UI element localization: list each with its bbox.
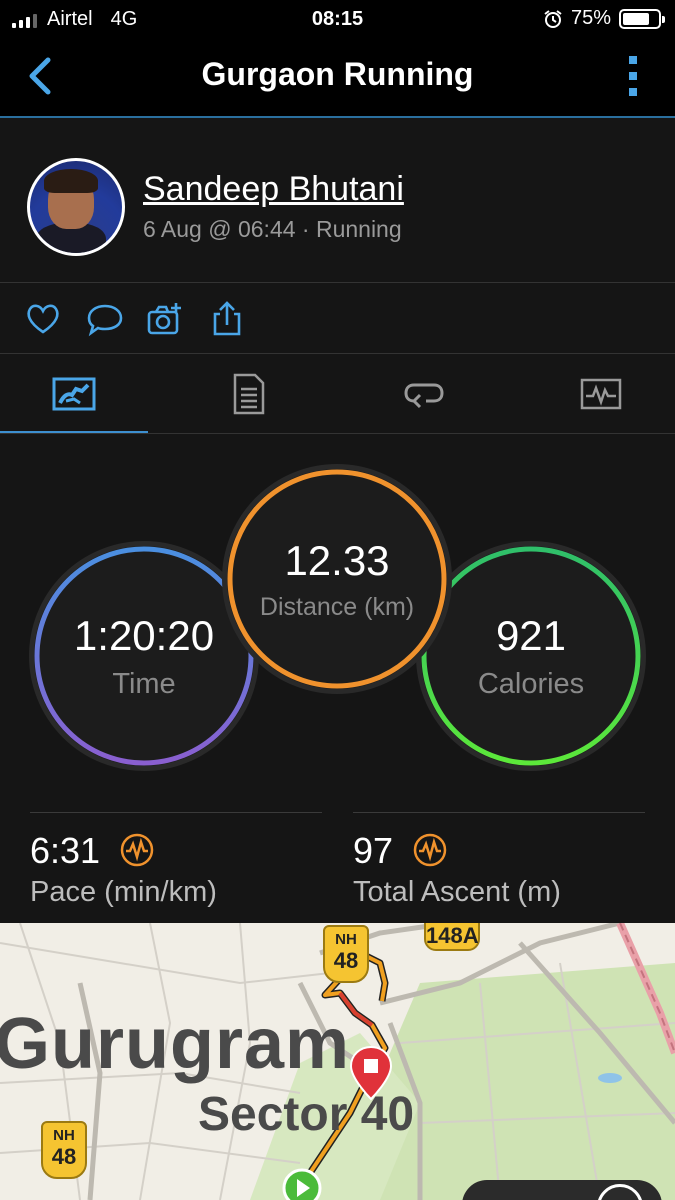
nav-bar: Gurgaon Running bbox=[0, 38, 675, 116]
time-value: 1:20:20 bbox=[73, 611, 215, 659]
tab-bar bbox=[0, 354, 675, 434]
shield-number: 48 bbox=[333, 948, 359, 973]
activity-meta: 6 Aug @ 06:44 · Running bbox=[143, 216, 402, 242]
battery-icon bbox=[619, 8, 665, 29]
avatar[interactable] bbox=[27, 158, 125, 256]
overview-tab-icon bbox=[52, 377, 96, 411]
summary-circles: 1:20:20 Time 921 Calories 12.33 Distance… bbox=[0, 434, 675, 784]
calories-label: Calories bbox=[477, 667, 585, 700]
add-photo-icon[interactable] bbox=[146, 301, 184, 337]
tab-overview[interactable] bbox=[0, 354, 148, 434]
share-icon[interactable] bbox=[208, 301, 246, 337]
map-controls[interactable] bbox=[462, 1180, 662, 1200]
pace-badge-icon bbox=[120, 833, 154, 867]
status-bar: Airtel 4G 08:15 75% bbox=[0, 0, 675, 38]
distance-circle: 12.33 Distance (km) bbox=[222, 464, 452, 694]
user-name-link[interactable]: Sandeep Bhutani bbox=[143, 170, 404, 209]
shield-top-text: NH bbox=[53, 1127, 75, 1144]
pace-label: Pace (min/km) bbox=[30, 876, 217, 908]
pace-value: 6:31 bbox=[30, 830, 101, 871]
ascent-label: Total Ascent (m) bbox=[353, 876, 561, 908]
laps-tab-icon bbox=[404, 383, 444, 409]
ascent-value: 97 bbox=[353, 830, 394, 871]
more-icon[interactable] bbox=[627, 56, 639, 96]
calories-value: 921 bbox=[495, 611, 567, 659]
distance-label: Distance (km) bbox=[259, 592, 415, 621]
shield-top-text: NH bbox=[335, 931, 357, 948]
highway-shield: NH 48 bbox=[41, 1121, 87, 1179]
map-city-label: Gurugram bbox=[0, 1004, 351, 1084]
status-right: 75% bbox=[543, 7, 665, 30]
route-map[interactable]: Gurugram Sector 40 NH 48 NH 48 148A bbox=[0, 923, 675, 1200]
map-expand-button[interactable] bbox=[597, 1184, 643, 1200]
map-end-pin-icon bbox=[349, 1045, 393, 1101]
charts-tab-icon bbox=[580, 378, 622, 410]
details-tab-icon bbox=[233, 373, 265, 415]
like-icon[interactable] bbox=[24, 301, 62, 337]
map-start-pin-icon bbox=[282, 1168, 322, 1200]
highway-shield: NH 48 bbox=[323, 925, 369, 983]
alarm-icon bbox=[544, 9, 562, 28]
road-sign: 148A bbox=[424, 923, 480, 951]
tab-details[interactable] bbox=[175, 354, 323, 434]
battery-percent: 75% bbox=[570, 7, 611, 29]
ascent-stat[interactable]: 97 Total Ascent (m) bbox=[353, 808, 645, 923]
tab-charts[interactable] bbox=[527, 354, 675, 434]
comment-icon[interactable] bbox=[86, 301, 124, 337]
pace-stat[interactable]: 6:31 Pace (min/km) bbox=[30, 808, 322, 923]
activity-content: Sandeep Bhutani 6 Aug @ 06:44 · Running bbox=[0, 118, 675, 923]
time-label: Time bbox=[112, 667, 176, 700]
battery-fill bbox=[623, 12, 649, 25]
distance-value: 12.33 bbox=[284, 536, 390, 584]
tab-laps[interactable] bbox=[350, 354, 498, 434]
page-title: Gurgaon Running bbox=[201, 56, 474, 92]
ascent-badge-icon bbox=[413, 833, 447, 867]
shield-number: 48 bbox=[51, 1144, 77, 1169]
action-bar bbox=[0, 283, 675, 353]
activity-header: Sandeep Bhutani 6 Aug @ 06:44 · Running bbox=[0, 118, 675, 282]
stats-row: 6:31 Pace (min/km) 97 Total Ascent (m) bbox=[0, 808, 675, 923]
